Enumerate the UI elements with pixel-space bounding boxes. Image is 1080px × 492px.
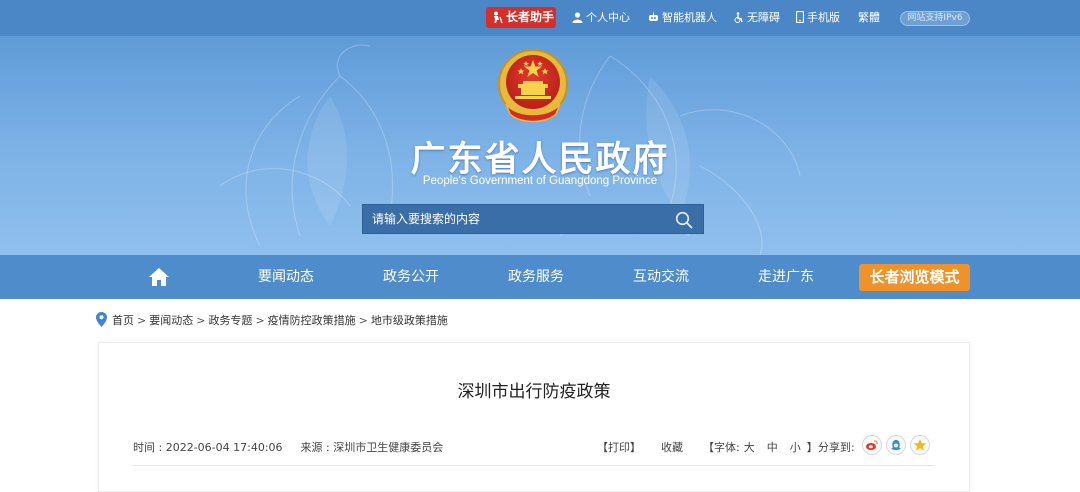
mobile-label: 手机版 [807, 11, 840, 24]
font-large-button[interactable]: 大 [744, 441, 755, 454]
publish-time: 时间 : 2022-06-04 17:40:06 [133, 441, 283, 454]
nav-item-interaction[interactable]: 互动交流 [633, 255, 689, 299]
meta-divider [133, 465, 935, 466]
home-icon[interactable] [148, 267, 170, 287]
breadcrumb-epidemic-policy[interactable]: 疫情防控政策措施 [268, 314, 356, 327]
main-nav: 要闻动态 政务公开 政务服务 互动交流 走进广东 长者浏览模式 [0, 255, 1080, 299]
elder-mode-button[interactable]: 长者浏览模式 [859, 264, 970, 291]
elder-assistant-label: 长者助手 [506, 10, 555, 24]
share-label: 分享到: [818, 441, 855, 454]
nav-item-news[interactable]: 要闻动态 [258, 255, 314, 299]
breadcrumb-separator: > [196, 314, 206, 327]
search-box [362, 204, 704, 234]
font-medium-button[interactable]: 中 [767, 441, 778, 454]
weibo-icon [866, 440, 878, 450]
elder-icon [494, 11, 503, 24]
accessibility-icon [734, 12, 743, 23]
robot-link[interactable]: 智能机器人 [648, 10, 717, 26]
weibo-share-button[interactable] [862, 435, 882, 455]
traditional-chinese-link[interactable]: 繁體 [858, 10, 880, 26]
breadcrumb-separator: > [137, 314, 147, 327]
ipv6-badge: 网站支持IPv6 [900, 11, 970, 26]
font-size-label: 【字体: [703, 441, 740, 454]
article-meta: 时间 : 2022-06-04 17:40:06 来源 : 深圳市卫生健康委员会 [133, 439, 443, 455]
breadcrumb: 首页 > 要闻动态 > 政务专题 > 疫情防控政策措施 > 地市级政策措施 [96, 312, 448, 328]
breadcrumb-separator: > [255, 314, 265, 327]
article-title: 深圳市出行防疫政策 [457, 382, 611, 402]
search-icon[interactable] [675, 211, 693, 229]
search-input[interactable] [363, 205, 663, 233]
robot-icon [649, 12, 658, 21]
elder-assistant-button[interactable]: 长者助手 [486, 7, 556, 28]
mobile-icon [796, 11, 804, 23]
site-subtitle: People's Government of Guangdong Provinc… [422, 175, 658, 187]
robot-label: 智能机器人 [662, 11, 717, 24]
article-source: 来源 : 深圳市卫生健康委员会 [300, 441, 444, 454]
accessibility-link[interactable]: 无障碍 [733, 10, 780, 26]
traditional-label: 繁體 [858, 11, 880, 24]
location-pin-icon [96, 312, 107, 327]
accessibility-label: 无障碍 [747, 11, 780, 24]
national-emblem-icon [498, 49, 568, 123]
qzone-icon [913, 439, 927, 451]
font-size-close: 】 [806, 441, 818, 454]
nav-item-about-guangdong[interactable]: 走进广东 [758, 255, 814, 299]
breadcrumb-separator: > [358, 314, 368, 327]
breadcrumb-news[interactable]: 要闻动态 [149, 314, 193, 327]
breadcrumb-home[interactable]: 首页 [112, 314, 134, 327]
breadcrumb-topics[interactable]: 政务专题 [208, 314, 252, 327]
article-card: 深圳市出行防疫政策 时间 : 2022-06-04 17:40:06 来源 : 深… [98, 342, 970, 492]
qzone-share-button[interactable] [910, 435, 930, 455]
qq-share-button[interactable] [886, 435, 906, 455]
person-icon [572, 12, 583, 23]
personal-center-label: 个人中心 [586, 11, 630, 24]
breadcrumb-city-policy[interactable]: 地市级政策措施 [371, 314, 448, 327]
mobile-link[interactable]: 手机版 [796, 10, 840, 26]
favorite-link[interactable]: 收藏 [661, 439, 683, 455]
top-utility-bar: 长者助手 个人中心 智能机器人 无障碍 手机版 繁體 网站支持IPv6 [0, 0, 1080, 36]
font-small-button[interactable]: 小 [790, 441, 801, 454]
qq-icon [891, 439, 901, 450]
personal-center-link[interactable]: 个人中心 [572, 10, 630, 26]
nav-item-gov-services[interactable]: 政务服务 [508, 255, 564, 299]
font-size-control: 【字体: 大中小】 [703, 439, 818, 455]
nav-item-gov-affairs[interactable]: 政务公开 [383, 255, 439, 299]
header-banner: 广东省人民政府 People's Government of Guangdong… [0, 36, 1080, 255]
print-link[interactable]: 【打印】 [597, 439, 641, 455]
